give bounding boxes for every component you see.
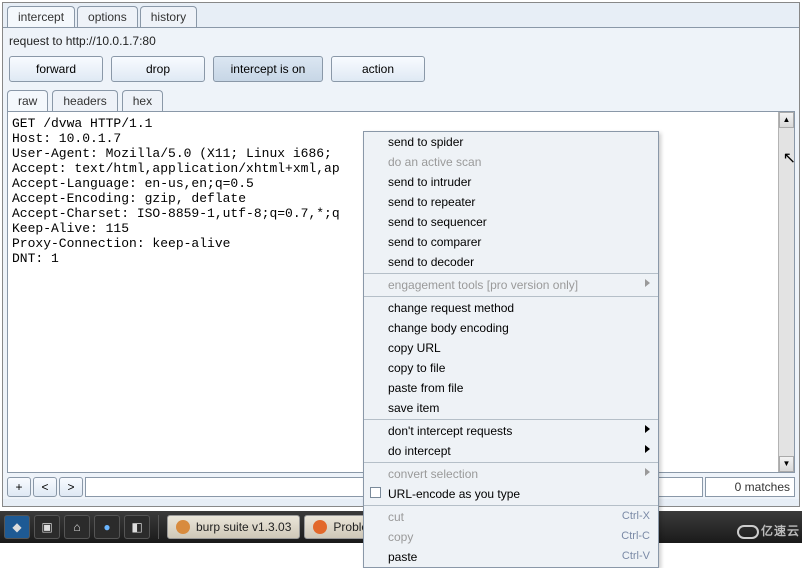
ctxitem-do-intercept[interactable]: do intercept xyxy=(364,441,658,461)
action-buttons: forward drop intercept is on action xyxy=(3,56,799,90)
context-menu-separator xyxy=(364,505,658,506)
ctxitem-save-item[interactable]: save item xyxy=(364,398,658,418)
action-button[interactable]: action xyxy=(331,56,425,82)
context-menu-separator xyxy=(364,296,658,297)
submenu-arrow-icon xyxy=(645,425,650,433)
ctxitem-send-to-comparer[interactable]: send to comparer xyxy=(364,232,658,252)
checkbox-icon[interactable] xyxy=(370,487,381,498)
scroll-down-icon[interactable]: ▼ xyxy=(779,456,794,472)
ctxitem-send-to-intruder[interactable]: send to intruder xyxy=(364,172,658,192)
subtab-hex[interactable]: hex xyxy=(122,90,163,111)
copy-label: copy xyxy=(388,530,413,544)
start-menu-icon[interactable]: ◆ xyxy=(4,515,30,539)
ctxitem-paste[interactable]: paste Ctrl-V xyxy=(364,547,658,567)
subtab-headers[interactable]: headers xyxy=(52,90,117,111)
submenu-arrow-icon xyxy=(645,468,650,476)
ctxitem-engagement-tools: engagement tools [pro version only] xyxy=(364,275,658,295)
ctxitem-send-to-spider[interactable]: send to spider xyxy=(364,132,658,152)
taskbar-separator xyxy=(158,515,159,539)
tab-intercept[interactable]: intercept xyxy=(7,6,75,27)
shortcut-label: Ctrl-C xyxy=(621,530,650,542)
ctxitem-send-to-repeater[interactable]: send to repeater xyxy=(364,192,658,212)
context-menu-separator xyxy=(364,273,658,274)
search-next-button[interactable]: > xyxy=(59,477,83,497)
globe-icon[interactable]: ● xyxy=(94,515,120,539)
match-count-label: 0 matches xyxy=(705,477,795,497)
firefox-icon xyxy=(313,520,327,534)
scroll-track[interactable] xyxy=(779,128,794,456)
drop-button[interactable]: drop xyxy=(111,56,205,82)
watermark: 亿速云 xyxy=(737,522,800,539)
subtab-raw[interactable]: raw xyxy=(7,90,48,111)
ctxitem-cut: cut Ctrl-X xyxy=(364,507,658,527)
tab-options[interactable]: options xyxy=(77,6,138,27)
shortcut-label: Ctrl-V xyxy=(622,550,650,562)
workspace-switcher-icon[interactable]: ◧ xyxy=(124,515,150,539)
submenu-arrow-icon xyxy=(645,279,650,287)
context-menu-separator xyxy=(364,462,658,463)
dont-intercept-label: don't intercept requests xyxy=(388,424,512,438)
shortcut-label: Ctrl-X xyxy=(622,510,650,522)
task-burp-suite[interactable]: burp suite v1.3.03 xyxy=(167,515,300,539)
do-intercept-label: do intercept xyxy=(388,444,451,458)
ctxitem-paste-from-file[interactable]: paste from file xyxy=(364,378,658,398)
tab-history[interactable]: history xyxy=(140,6,197,27)
context-menu: send to spider do an active scan send to… xyxy=(363,131,659,568)
convert-selection-label: convert selection xyxy=(388,467,478,481)
file-manager-icon[interactable]: ⌂ xyxy=(64,515,90,539)
intercept-toggle-button[interactable]: intercept is on xyxy=(213,56,323,82)
java-app-icon xyxy=(176,520,190,534)
ctxitem-url-encode[interactable]: URL-encode as you type xyxy=(364,484,658,504)
search-add-button[interactable]: + xyxy=(7,477,31,497)
request-target-label: request to http://10.0.1.7:80 xyxy=(3,28,799,56)
paste-label: paste xyxy=(388,550,417,564)
vertical-scrollbar[interactable]: ▲ ▼ xyxy=(778,112,794,472)
task-label: burp suite v1.3.03 xyxy=(196,520,291,534)
ctxitem-change-request-method[interactable]: change request method xyxy=(364,298,658,318)
ctxitem-change-body-encoding[interactable]: change body encoding xyxy=(364,318,658,338)
ctxitem-send-to-decoder[interactable]: send to decoder xyxy=(364,252,658,272)
scroll-up-icon[interactable]: ▲ xyxy=(779,112,794,128)
main-tabs: intercept options history xyxy=(3,3,799,27)
ctxitem-convert-selection: convert selection xyxy=(364,464,658,484)
submenu-arrow-icon xyxy=(645,445,650,453)
ctxitem-copy: copy Ctrl-C xyxy=(364,527,658,547)
ctxitem-send-to-sequencer[interactable]: send to sequencer xyxy=(364,212,658,232)
terminal-icon[interactable]: ▣ xyxy=(34,515,60,539)
cut-label: cut xyxy=(388,510,404,524)
ctxitem-dont-intercept[interactable]: don't intercept requests xyxy=(364,421,658,441)
ctxitem-copy-to-file[interactable]: copy to file xyxy=(364,358,658,378)
engagement-label: engagement tools [pro version only] xyxy=(388,278,578,292)
forward-button[interactable]: forward xyxy=(9,56,103,82)
url-encode-label: URL-encode as you type xyxy=(388,487,520,501)
cloud-icon xyxy=(737,525,759,539)
request-view-tabs: raw headers hex xyxy=(3,90,799,111)
context-menu-separator xyxy=(364,419,658,420)
search-prev-button[interactable]: < xyxy=(33,477,57,497)
ctxitem-active-scan: do an active scan xyxy=(364,152,658,172)
app-window: intercept options history request to htt… xyxy=(2,2,800,507)
ctxitem-copy-url[interactable]: copy URL xyxy=(364,338,658,358)
